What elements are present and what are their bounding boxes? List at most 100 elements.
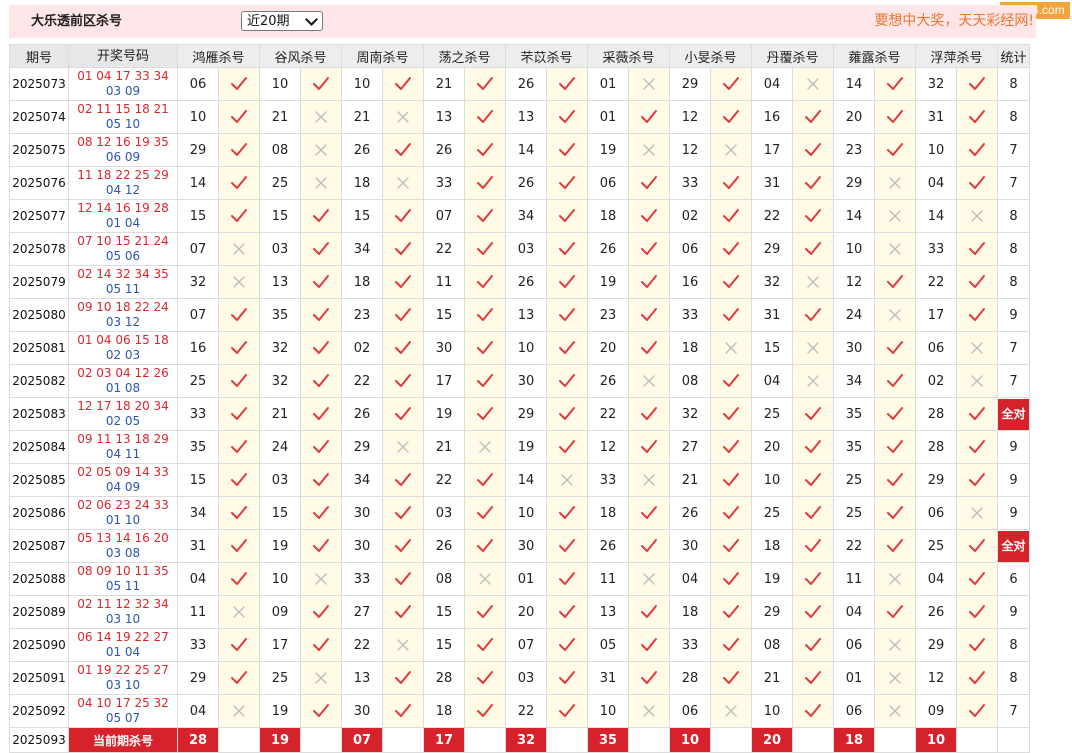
result-mark (628, 661, 670, 695)
check-icon (958, 703, 997, 719)
result-mark (382, 331, 424, 365)
kill-number: 06 (915, 331, 957, 365)
draw-back-numbers: 01 04 (105, 645, 141, 659)
issue-cell: 2025076 (9, 166, 69, 200)
table-row: 2025077 12 14 16 19 28 01 04 15 15 15 07 34 18 02… (9, 199, 1030, 233)
stat-cell: 7 (997, 364, 1030, 398)
draw-back-numbers: 05 06 (105, 249, 141, 263)
issue-cell: 2025081 (9, 331, 69, 365)
check-icon (466, 340, 505, 356)
result-mark (464, 331, 506, 365)
result-mark (464, 628, 506, 662)
kill-number: 18 (669, 595, 711, 629)
check-icon (384, 76, 423, 92)
result-mark (792, 496, 834, 530)
current-empty-cell (792, 727, 834, 753)
issue-cell: 2025091 (9, 661, 69, 695)
issue-cell: 2025074 (9, 100, 69, 134)
result-mark (792, 694, 834, 728)
result-mark (710, 199, 752, 233)
check-icon (384, 406, 423, 422)
cross-icon (220, 605, 259, 619)
check-icon (466, 406, 505, 422)
check-icon (712, 175, 751, 191)
period-select-value: 近20期 (247, 14, 290, 29)
current-kill-number: 20 (751, 727, 793, 753)
cross-icon (466, 440, 505, 454)
check-icon (876, 274, 915, 290)
check-icon (794, 142, 833, 158)
current-stat-cell (997, 727, 1030, 753)
result-mark (710, 298, 752, 332)
kill-number: 14 (505, 133, 547, 167)
check-icon (220, 505, 259, 521)
result-mark (874, 100, 916, 134)
result-mark (300, 232, 342, 266)
check-icon (712, 670, 751, 686)
kill-number: 22 (587, 397, 629, 431)
kill-number: 16 (177, 331, 219, 365)
check-icon (958, 472, 997, 488)
result-mark (874, 133, 916, 167)
slogan-link[interactable]: 要想中大奖，天天彩经网! (874, 5, 1034, 38)
check-icon (876, 505, 915, 521)
draw-cell: 09 11 13 18 29 04 11 (68, 430, 178, 464)
kill-number: 06 (833, 694, 875, 728)
check-icon (958, 109, 997, 125)
result-mark (546, 661, 588, 695)
result-mark (546, 562, 588, 596)
result-mark (710, 265, 752, 299)
table-row: 2025086 02 06 23 24 33 01 10 34 15 30 03 10 18 26… (9, 496, 1030, 530)
kill-number: 13 (259, 265, 301, 299)
stat-cell: 9 (997, 496, 1030, 530)
issue-cell: 2025079 (9, 265, 69, 299)
stat-cell: 9 (997, 298, 1030, 332)
stat-cell: 9 (997, 595, 1030, 629)
current-kill-number: 10 (915, 727, 957, 753)
kill-number: 25 (833, 463, 875, 497)
result-mark (956, 265, 998, 299)
kill-number: 01 (587, 67, 629, 101)
kill-number: 07 (177, 298, 219, 332)
kill-number: 11 (833, 562, 875, 596)
kill-number: 34 (341, 463, 383, 497)
check-icon (958, 406, 997, 422)
check-icon (384, 670, 423, 686)
kill-number: 12 (833, 265, 875, 299)
kill-number: 14 (505, 463, 547, 497)
issue-cell: 2025089 (9, 595, 69, 629)
result-mark (956, 694, 998, 728)
cross-icon (712, 341, 751, 355)
result-mark (300, 100, 342, 134)
result-mark (546, 595, 588, 629)
kill-number: 25 (915, 529, 957, 563)
period-select[interactable]: 近20期 (241, 11, 323, 31)
draw-front-numbers: 01 04 17 33 34 (77, 69, 169, 83)
result-mark (300, 562, 342, 596)
result-mark (710, 331, 752, 365)
draw-front-numbers: 12 17 18 20 34 (77, 399, 169, 413)
result-mark (218, 595, 260, 629)
kill-number: 33 (341, 562, 383, 596)
kill-number: 28 (915, 430, 957, 464)
kill-number: 24 (259, 430, 301, 464)
check-icon (548, 637, 587, 653)
kill-number: 30 (669, 529, 711, 563)
draw-cell: 12 17 18 20 34 02 05 (68, 397, 178, 431)
current-kill-number: 07 (341, 727, 383, 753)
result-mark (464, 694, 506, 728)
draw-back-numbers: 05 11 (105, 579, 141, 593)
check-icon (876, 406, 915, 422)
kill-number: 14 (915, 199, 957, 233)
kill-number: 25 (751, 397, 793, 431)
kill-number: 10 (915, 133, 957, 167)
kill-number: 32 (751, 265, 793, 299)
kill-number: 08 (423, 562, 465, 596)
kill-number: 26 (423, 133, 465, 167)
check-icon (876, 76, 915, 92)
result-mark (546, 364, 588, 398)
check-icon (958, 439, 997, 455)
result-mark (956, 67, 998, 101)
result-mark (792, 166, 834, 200)
cross-icon (630, 77, 669, 91)
